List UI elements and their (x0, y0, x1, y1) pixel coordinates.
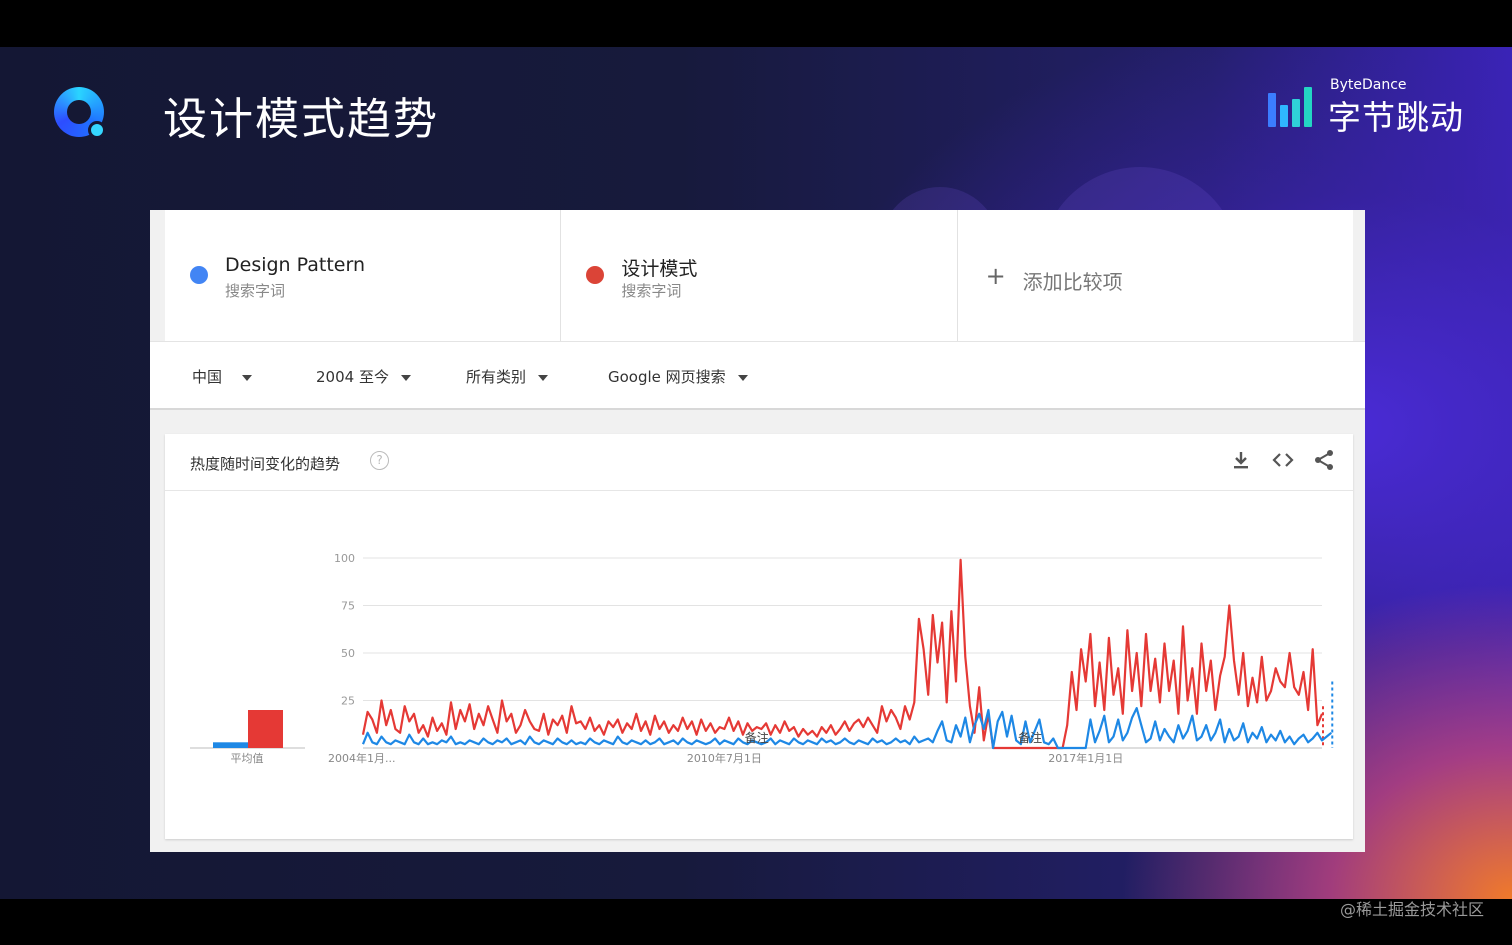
share-icon[interactable] (1312, 448, 1336, 472)
panel-title: 热度随时间变化的趋势 (190, 455, 341, 473)
search-term-2[interactable]: 设计模式 搜索字词 (561, 210, 958, 341)
series-line (361, 558, 1324, 750)
search-type-dropdown[interactable]: Google 网页搜索 (608, 366, 748, 387)
term-name: Design Pattern (225, 254, 365, 276)
brand-name: 字节跳动 (1328, 98, 1464, 137)
term-color-dot (586, 266, 605, 284)
region-dropdown[interactable]: 中国 (192, 366, 253, 387)
average-label: 平均值 (231, 752, 264, 765)
term-type: 搜索字词 (225, 282, 286, 300)
time-range-dropdown[interactable]: 2004 至今 (316, 366, 411, 387)
x-tick-label: 2010年7月1日 (687, 751, 762, 765)
caret-down-icon (400, 374, 411, 381)
caret-down-icon (242, 374, 253, 381)
y-tick-label: 25 (341, 695, 355, 708)
app-logo-icon (54, 87, 106, 139)
help-icon[interactable]: ? (370, 451, 389, 470)
search-type-value: Google 网页搜索 (608, 368, 726, 386)
time-range-value: 2004 至今 (316, 368, 389, 386)
filter-bar: 中国 2004 至今 所有类别 Google 网页搜索 (150, 341, 1365, 410)
caret-down-icon (737, 374, 748, 381)
trends-card: Design Pattern 搜索字词 设计模式 搜索字词 + 添加比较项 中国… (150, 210, 1365, 852)
term-color-dot (190, 266, 208, 284)
category-dropdown[interactable]: 所有类别 (466, 366, 549, 387)
plus-icon: + (985, 262, 1006, 290)
average-bar (248, 710, 283, 748)
annotation-label: 备注 (745, 730, 769, 745)
bytedance-logo-icon (1268, 85, 1316, 127)
y-tick-label: 100 (334, 552, 355, 565)
region-value: 中国 (192, 368, 223, 386)
download-icon[interactable] (1229, 448, 1253, 472)
panel-header: 热度随时间变化的趋势 ? (165, 434, 1353, 491)
embed-icon[interactable] (1271, 448, 1295, 472)
x-tick-label: 2017年1月1日 (1048, 751, 1123, 765)
add-compare-label: 添加比较项 (1022, 270, 1123, 294)
term-name: 设计模式 (621, 258, 698, 280)
search-term-1[interactable]: Design Pattern 搜索字词 (165, 210, 562, 341)
category-value: 所有类别 (466, 368, 527, 386)
y-tick-label: 75 (341, 600, 355, 613)
term-type: 搜索字词 (621, 282, 682, 300)
y-tick-label: 50 (341, 647, 355, 660)
watermark: @稀土掘金技术社区 (1339, 900, 1484, 919)
annotation-label: 备注 (1018, 730, 1042, 745)
interest-over-time-panel: 热度随时间变化的趋势 ? 25 50 75 100 2004年1月... 2010年7月1… (165, 434, 1353, 839)
caret-down-icon (538, 374, 549, 381)
trend-chart: 25 50 75 100 2004年1月... 2010年7月1日 2017年1月1日 平均值… (190, 552, 1334, 765)
x-tick-label: 2004年1月... (328, 751, 395, 765)
add-compare-button[interactable]: + 添加比较项 (958, 210, 1353, 341)
slide-title: 设计模式趋势 (163, 94, 439, 145)
search-terms-bar: Design Pattern 搜索字词 设计模式 搜索字词 + 添加比较项 (165, 210, 1353, 341)
average-bar (213, 742, 248, 748)
